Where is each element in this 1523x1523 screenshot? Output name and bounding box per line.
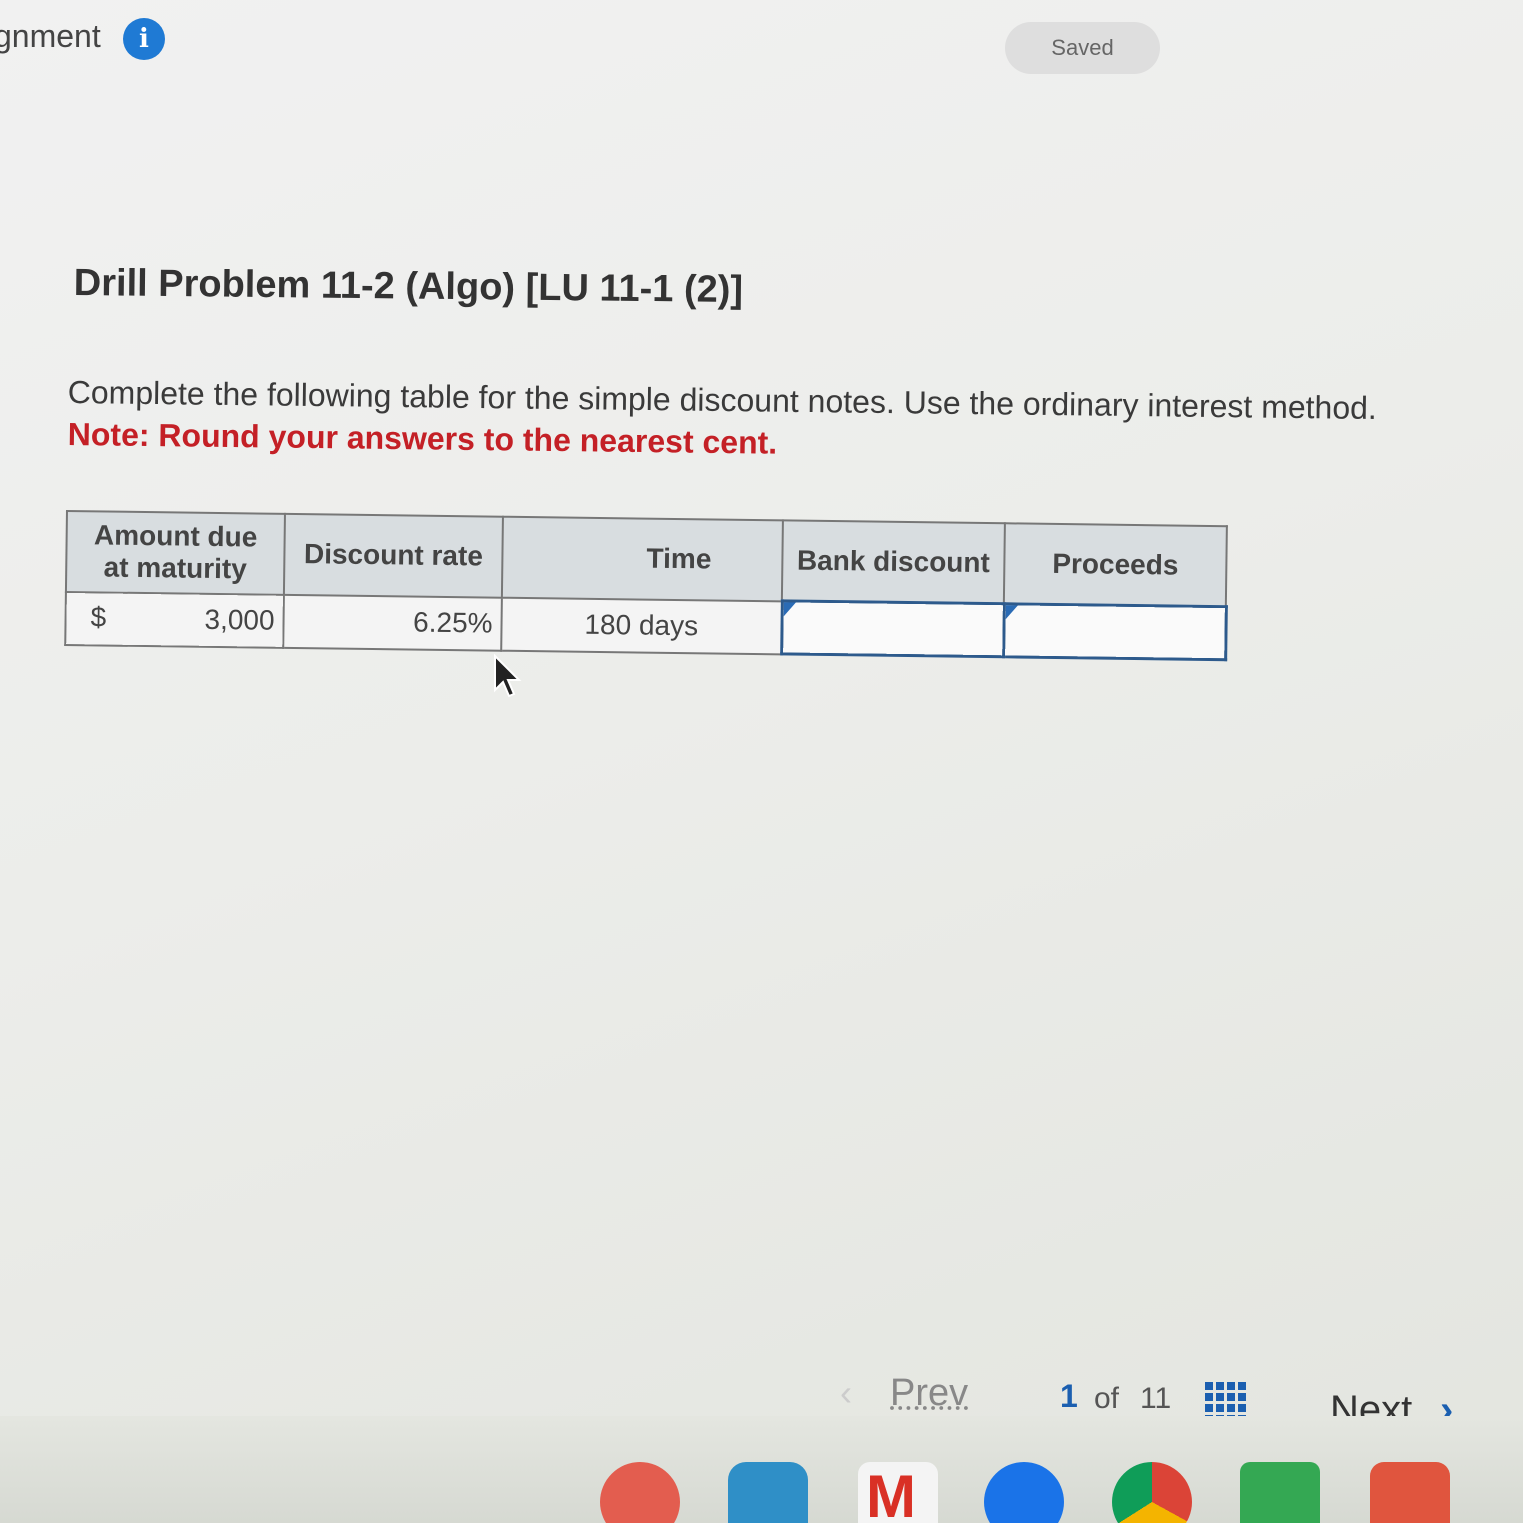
discount-table-container: Amount due at maturity Discount rate Tim… [64,510,1228,661]
saved-status-badge: Saved [1005,22,1160,74]
header-amount-line2: at maturity [103,551,248,585]
page-of-label: of [1094,1382,1120,1415]
cell-time: 180 days [501,597,782,654]
header-discount-rate: Discount rate [283,513,503,598]
cell-discount-rate: 6.25% [283,594,502,651]
gmail-app-icon[interactable] [858,1462,938,1523]
taskbar [0,1416,1523,1523]
answer-flag-icon [1005,605,1018,620]
screen: gnment i Saved Drill Problem 11-2 (Algo)… [0,0,1523,1523]
amount-value: 3,000 [204,603,275,636]
table-header-row: Amount due at maturity Discount rate Tim… [65,511,1227,607]
problem-title: Drill Problem 11-2 (Algo) [LU 11-1 (2)] [73,262,744,312]
header-amount-due: Amount due at maturity [65,511,285,595]
cell-amount-due: $ 3,000 [65,591,284,648]
proceeds-input[interactable] [1012,607,1221,657]
drive-app-icon[interactable] [1240,1462,1320,1523]
header-time: Time [501,516,783,601]
chevron-left-icon[interactable]: ‹ [840,1372,852,1414]
discount-table: Amount due at maturity Discount rate Tim… [64,510,1228,661]
info-icon[interactable]: i [123,18,165,60]
answer-flag-icon [783,602,796,617]
bank-discount-input[interactable] [790,604,999,654]
assignment-title: gnment [0,18,101,54]
mouse-pointer-icon [494,654,522,698]
cell-proceeds[interactable] [1003,603,1226,660]
slides-app-icon[interactable] [1370,1462,1450,1523]
chrome-app-icon[interactable] [1112,1462,1192,1523]
header-proceeds: Proceeds [1003,523,1227,607]
header-amount-line1: Amount due [93,519,258,553]
classroom-app-icon[interactable] [728,1462,808,1523]
page-total: 11 [1140,1382,1172,1415]
page-current: 1 [1060,1378,1078,1414]
files-app-icon[interactable] [984,1462,1064,1523]
header-bank-discount: Bank discount [781,520,1005,604]
paint-app-icon[interactable] [600,1462,680,1523]
cell-bank-discount[interactable] [781,600,1004,657]
currency-symbol: $ [90,600,107,633]
rounding-note: Note: Round your answers to the nearest … [67,416,778,461]
prev-button[interactable]: Prev [890,1372,968,1415]
